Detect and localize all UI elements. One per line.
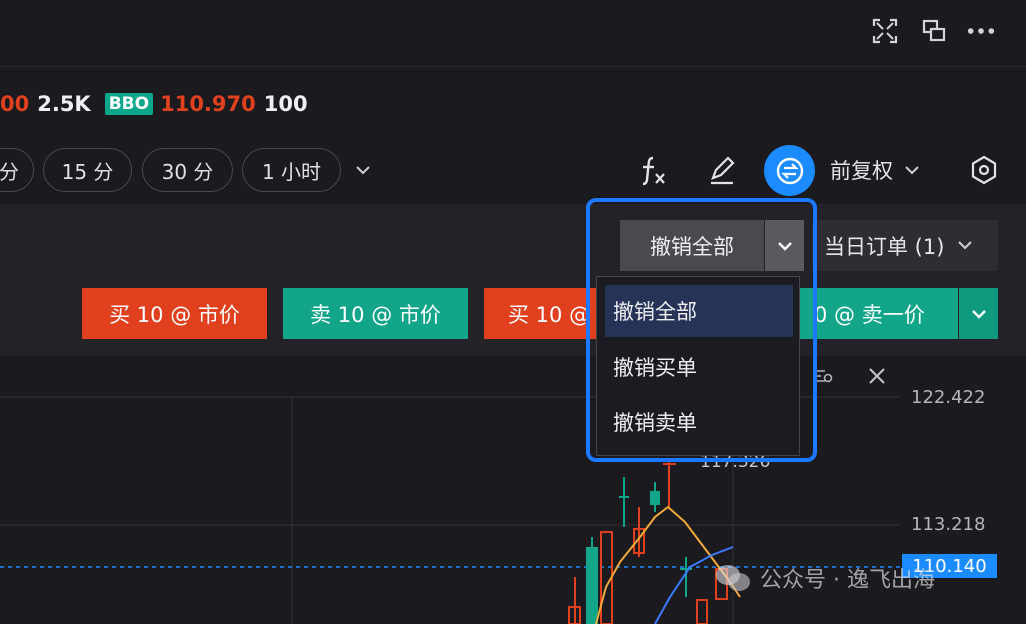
adjustment-select[interactable]: 前复权: [830, 148, 919, 192]
top-bar: [0, 0, 1026, 67]
close-icon[interactable]: [864, 363, 890, 389]
interval-pill-15m[interactable]: 15 分: [43, 148, 132, 192]
chevron-down-icon: [971, 309, 986, 319]
fullscreen-icon[interactable]: [870, 16, 900, 46]
price-chart[interactable]: 122.422 113.218 117.326 110.140 公众号 · 逸飞…: [0, 357, 1026, 624]
highlight-box: [586, 198, 817, 462]
bbo-price: 110.970: [160, 92, 256, 116]
interval-pill-1h[interactable]: 1 小时: [242, 148, 341, 192]
bbo-size: 100: [263, 92, 308, 116]
chevron-down-icon: [905, 165, 919, 174]
more-options-icon[interactable]: [966, 16, 996, 46]
sell-market-button[interactable]: 卖 10 @ 市价: [283, 288, 468, 339]
candlesticks: [568, 462, 728, 624]
settings-hexagon-icon[interactable]: [968, 148, 1000, 192]
sell-options-toggle[interactable]: [959, 288, 998, 339]
sell-bid-button[interactable]: 0 @ 卖一价: [800, 288, 958, 339]
watermark-text: 公众号 · 逸飞出海: [760, 568, 935, 593]
watermark: 公众号 · 逸飞出海: [714, 562, 935, 594]
interval-pill-min[interactable]: 分: [0, 148, 34, 192]
price-axis-high: 122.422: [911, 387, 986, 408]
interval-pill-30m[interactable]: 30 分: [142, 148, 233, 192]
order-toggle-icon[interactable]: [764, 145, 815, 196]
volume-value: 2.5K: [37, 92, 91, 116]
indicator-fx-icon[interactable]: [636, 148, 672, 192]
today-orders-label: 当日订单 (1): [824, 234, 945, 259]
price-axis-mid: 113.218: [911, 514, 986, 535]
adjustment-label: 前复权: [830, 159, 893, 183]
draw-pencil-icon[interactable]: [704, 148, 740, 192]
bbo-badge: BBO: [104, 93, 154, 115]
interval-more-icon[interactable]: [350, 148, 376, 192]
quote-line: 00 2.5K BBO 110.970 100: [0, 86, 308, 122]
last-size-fragment: 00: [0, 92, 30, 116]
buy-market-button[interactable]: 买 10 @ 市价: [82, 288, 267, 339]
today-orders-select[interactable]: 当日订单 (1): [812, 220, 998, 271]
wechat-icon: [716, 565, 750, 591]
chevron-down-icon: [958, 241, 973, 250]
popout-window-icon[interactable]: [919, 16, 949, 46]
